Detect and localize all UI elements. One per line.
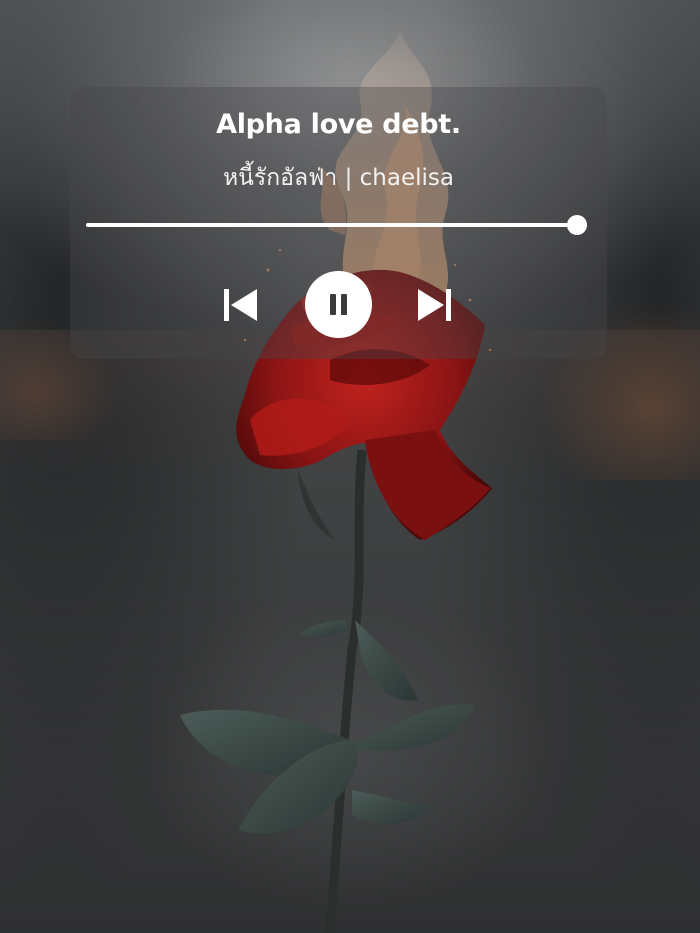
skip-next-icon [418,289,451,321]
stem [325,449,367,933]
progress-thumb[interactable] [567,215,588,235]
song-artist: หนี้รักอัลฟ่า | chaelisa [223,165,454,191]
song-title: Alpha love debt. [216,109,461,140]
music-player-card: Alpha love debt. หนี้รักอัลฟ่า | chaelis… [70,87,607,359]
skip-previous-button[interactable] [222,287,258,323]
progress-fill [86,223,578,227]
progress-bar[interactable] [86,215,588,235]
playback-controls [70,271,607,338]
pause-button[interactable] [305,271,372,338]
pause-icon [330,294,347,315]
skip-next-button[interactable] [417,287,453,323]
skip-previous-icon [224,289,257,321]
background-photo: Alpha love debt. หนี้รักอัลฟ่า | chaelis… [0,0,700,933]
